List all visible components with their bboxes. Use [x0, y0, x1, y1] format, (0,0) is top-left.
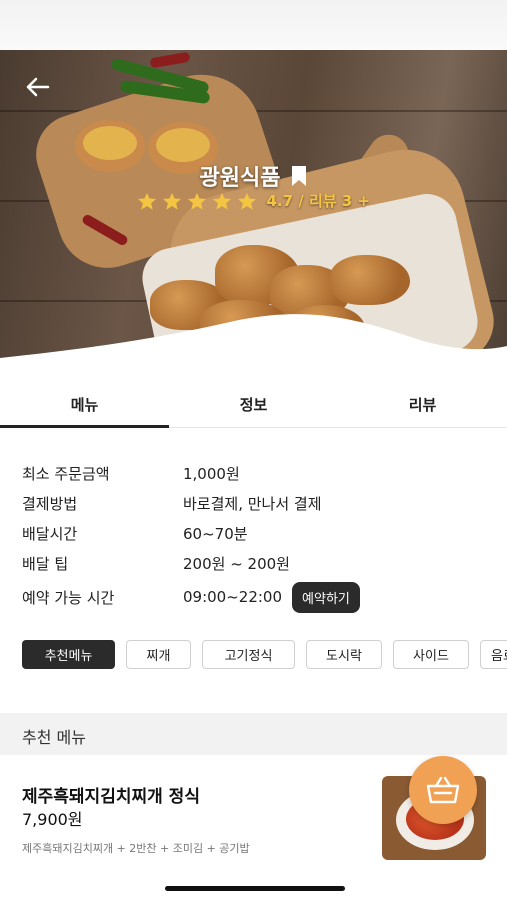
cart-button[interactable]: [409, 756, 477, 824]
tab-info[interactable]: 정보: [169, 380, 338, 427]
store-tabs: 메뉴 정보 리뷰: [0, 380, 507, 428]
store-name: 광원식품: [199, 166, 281, 191]
info-row-delivery-tip: 배달 팁 200원 ~ 200원: [22, 548, 492, 578]
min-order-value: 1,000원: [183, 464, 240, 483]
home-indicator: [165, 886, 345, 891]
tab-menu[interactable]: 메뉴: [0, 380, 169, 428]
chip-stew[interactable]: 찌개: [126, 640, 191, 669]
star-icon: [162, 192, 182, 210]
reserve-button[interactable]: 예약하기: [292, 581, 360, 613]
store-info: 최소 주문금액 1,000원 결제방법 바로결제, 만나서 결제 배달시간 60…: [22, 458, 492, 616]
reservation-value: 09:00~22:00: [183, 588, 283, 606]
payment-value: 바로결제, 만나서 결제: [183, 494, 322, 513]
star-icon: [237, 192, 257, 210]
category-chips: 추천메뉴 찌개 고기정식 도시락 사이드 음료: [22, 640, 507, 670]
star-icon: [212, 192, 232, 210]
chip-lunchbox[interactable]: 도시락: [306, 640, 382, 669]
chip-meat-set[interactable]: 고기정식: [202, 640, 295, 669]
chip-drinks[interactable]: 음료: [480, 640, 507, 669]
info-row-delivery-time: 배달시간 60~70분: [22, 518, 492, 548]
section-title: 추천 메뉴: [0, 713, 507, 755]
back-button[interactable]: [24, 76, 54, 100]
chip-recommended[interactable]: 추천메뉴: [22, 640, 115, 669]
status-bar: [0, 0, 507, 50]
delivery-time-value: 60~70분: [183, 524, 248, 543]
store-title-row: 광원식품: [0, 160, 507, 192]
delivery-time-label: 배달시간: [22, 524, 78, 543]
delivery-tip-value: 200원 ~ 200원: [183, 554, 290, 573]
rating-row: 4.7 / 리뷰 3 +: [0, 190, 507, 211]
menu-item-name: 제주흑돼지김치찌개 정식: [22, 787, 200, 807]
chip-side[interactable]: 사이드: [393, 640, 469, 669]
menu-item-price: 7,900원: [22, 810, 83, 829]
tab-reviews[interactable]: 리뷰: [338, 380, 507, 427]
basket-icon: [426, 776, 460, 804]
reservation-label: 예약 가능 시간: [22, 588, 115, 607]
rating-text[interactable]: 4.7 / 리뷰 3 +: [266, 192, 370, 210]
star-icon: [137, 192, 157, 210]
hero-wave-divider: [0, 314, 507, 382]
arrow-left-icon: [26, 77, 50, 97]
info-row-payment: 결제방법 바로결제, 만나서 결제: [22, 488, 492, 518]
info-row-reservation: 예약 가능 시간 09:00~22:00 예약하기: [22, 578, 492, 616]
min-order-label: 최소 주문금액: [22, 464, 110, 483]
delivery-tip-label: 배달 팁: [22, 554, 69, 573]
payment-label: 결제방법: [22, 494, 78, 513]
info-row-min-order: 최소 주문금액 1,000원: [22, 458, 492, 488]
star-icon: [187, 192, 207, 210]
menu-item-description: 제주흑돼지김치찌개 + 2반찬 + 조미김 + 공기밥: [22, 842, 250, 855]
bookmark-icon[interactable]: [290, 165, 308, 187]
